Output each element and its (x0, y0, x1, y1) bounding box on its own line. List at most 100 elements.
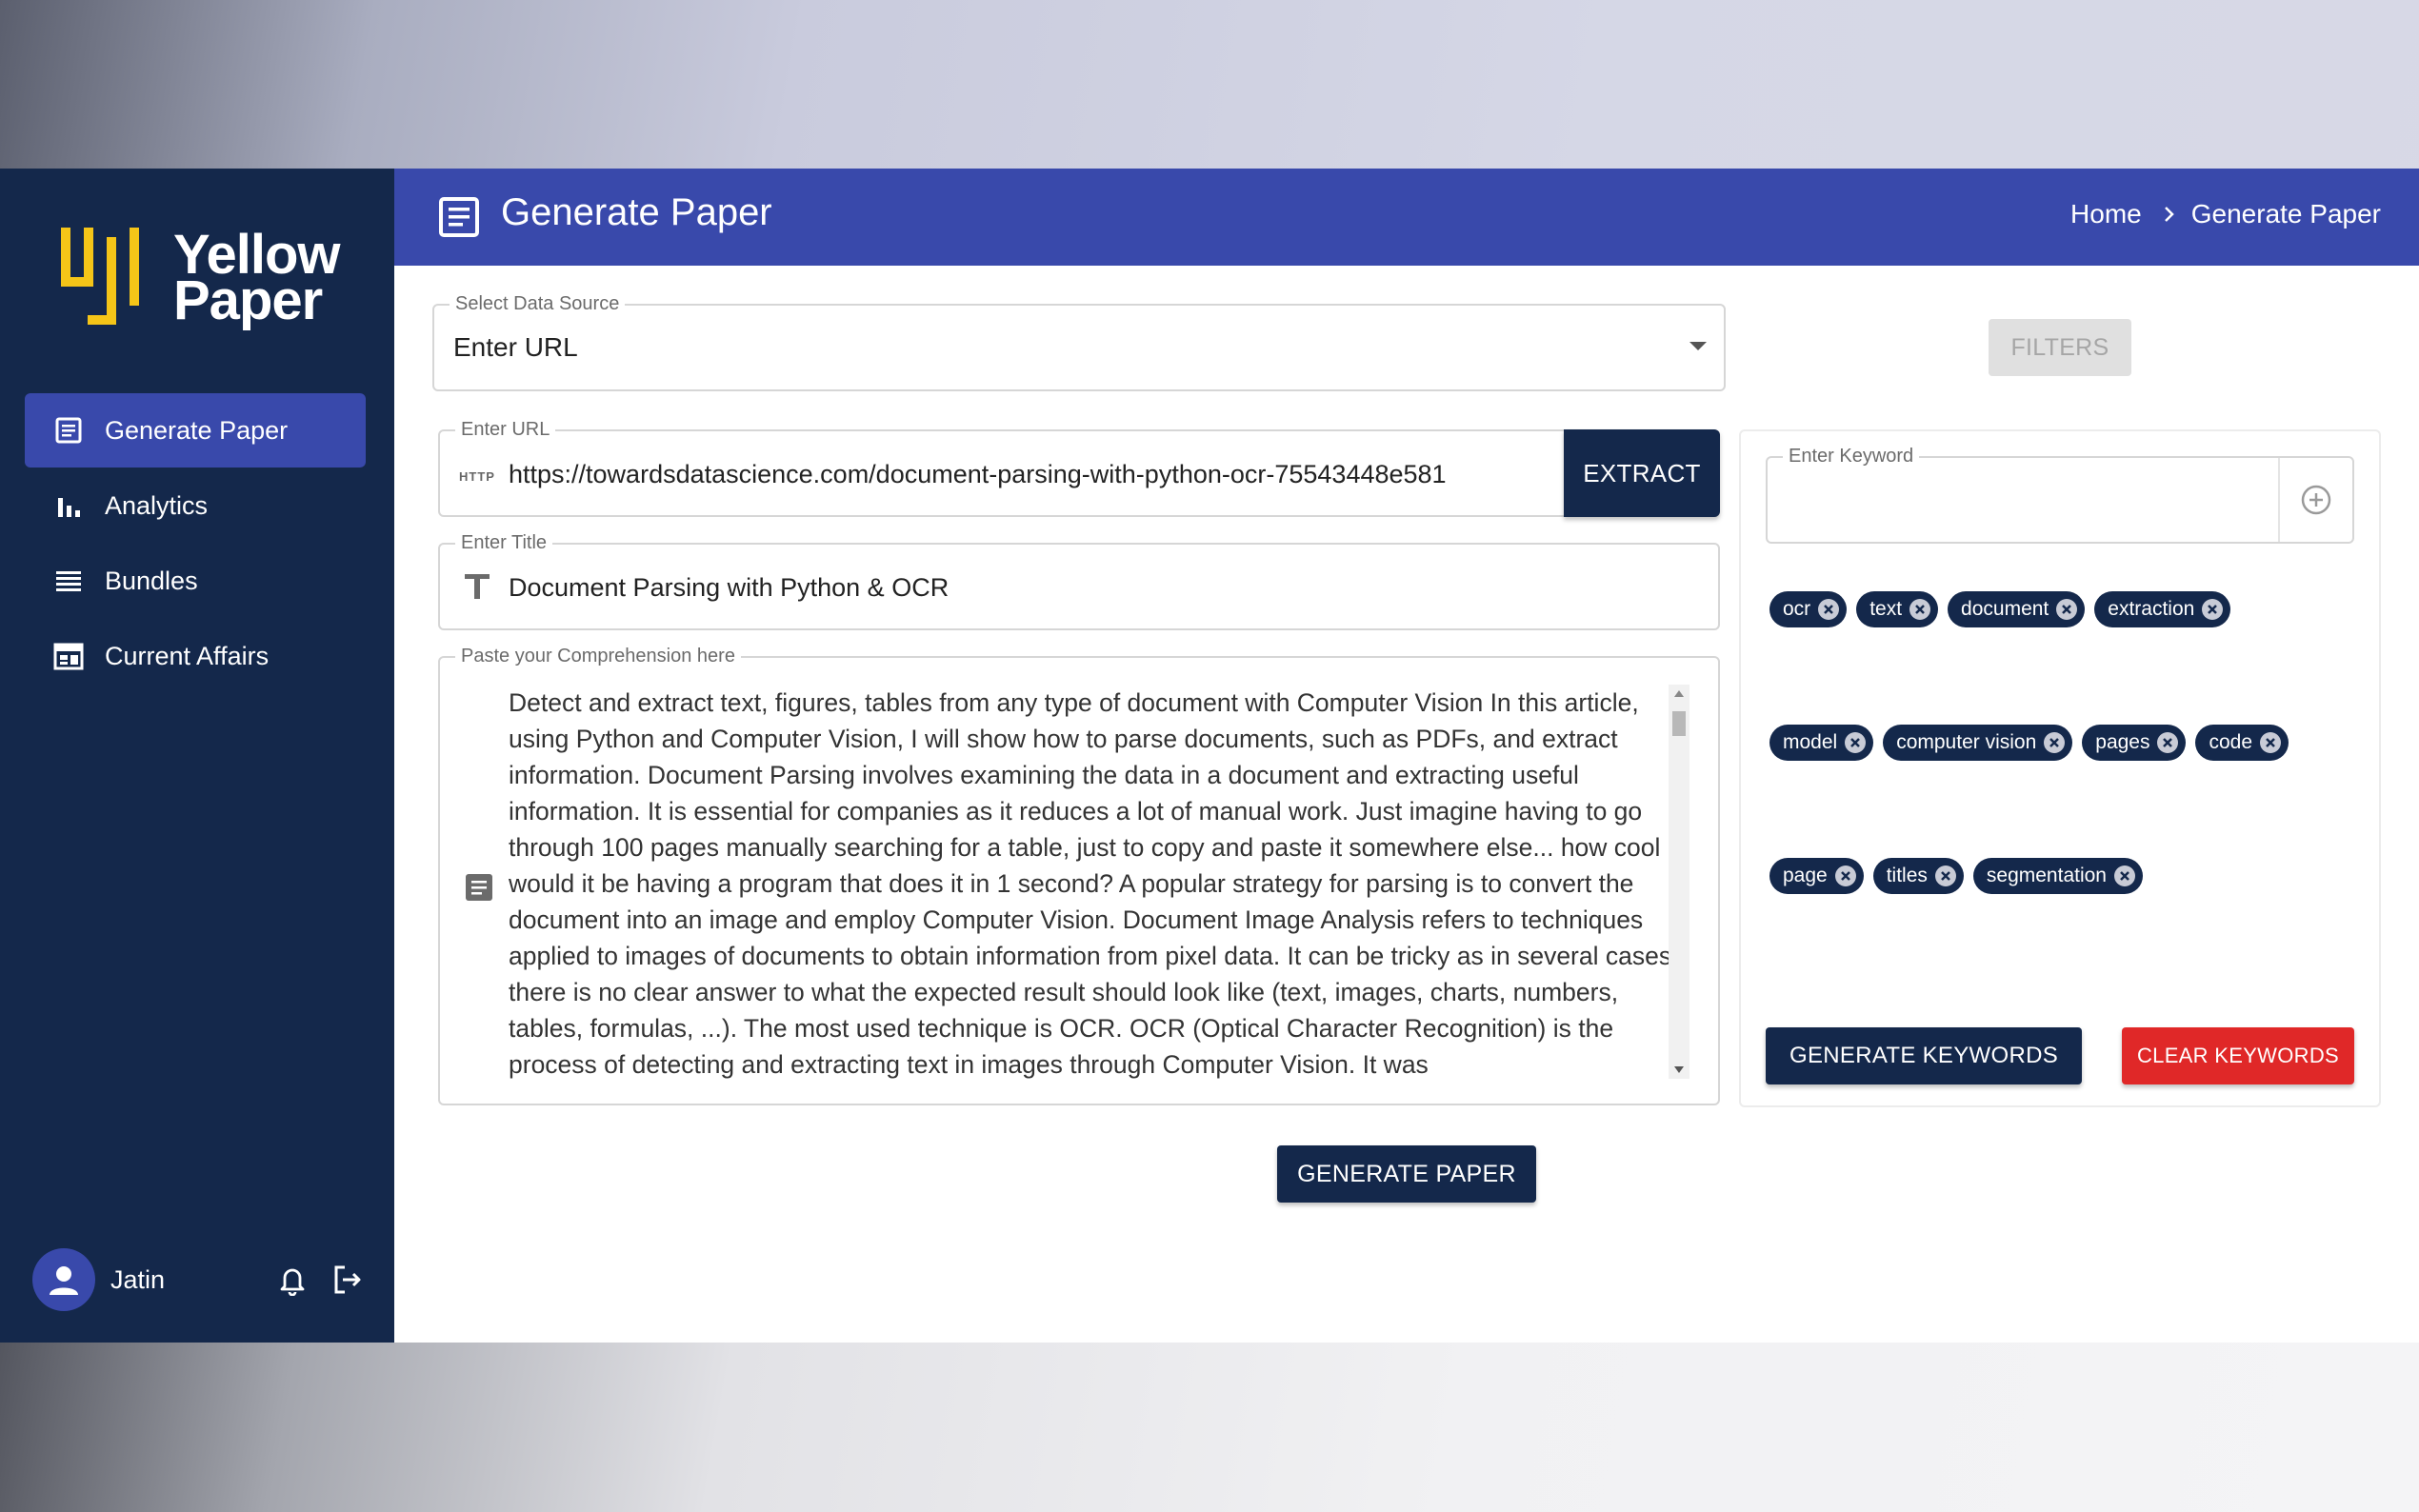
document-icon (51, 413, 86, 448)
generate-keywords-button[interactable]: GENERATE KEYWORDS (1766, 1027, 2082, 1084)
chip-label: text (1869, 598, 1903, 620)
user-name: Jatin (110, 1264, 166, 1294)
keyword-chip[interactable]: page (1769, 858, 1864, 894)
page-title: Generate Paper (501, 191, 772, 233)
keyword-chip[interactable]: model (1769, 725, 1874, 761)
keyword-label: Enter Keyword (1783, 445, 1920, 468)
filters-button[interactable]: FILTERS (1989, 319, 2131, 376)
chip-label: extraction (2108, 598, 2195, 620)
sidebar-item-label: Current Affairs (105, 641, 270, 670)
calendar-icon (51, 639, 86, 673)
remove-chip-icon[interactable] (1934, 865, 1956, 886)
clear-keywords-button[interactable]: CLEAR KEYWORDS (2122, 1027, 2354, 1084)
title-field: Enter Title Document Parsing with Python… (438, 531, 1720, 630)
breadcrumb: Home Generate Paper (2070, 199, 2381, 229)
keyword-chip[interactable]: computer vision (1883, 725, 2073, 761)
sidebar-item-current-affairs[interactable]: Current Affairs (25, 619, 366, 693)
document-icon (439, 197, 479, 237)
data-source-select[interactable]: Select Data Source Enter URL (432, 292, 1726, 391)
remove-chip-icon[interactable] (2260, 732, 2282, 753)
generate-paper-button[interactable]: GENERATE PAPER (1277, 1145, 1536, 1203)
notes-icon (466, 874, 492, 901)
keyword-chip[interactable]: ocr (1769, 591, 1848, 627)
chip-label: pages (2095, 731, 2150, 753)
chip-label: page (1783, 865, 1828, 886)
keyword-panel: Enter Keyword ocr text document extracti… (1739, 429, 2381, 1107)
keyword-chip[interactable]: text (1856, 591, 1939, 627)
remove-chip-icon[interactable] (2157, 732, 2179, 753)
stack-icon (51, 564, 86, 598)
url-field: Enter URL HTTP https://towardsdatascienc… (438, 418, 1720, 517)
comprehension-textarea[interactable]: Detect and extract text, figures, tables… (509, 685, 1689, 1079)
keyword-chip-row-1: ocr text document extraction (1769, 591, 2231, 627)
sidebar-item-analytics[interactable]: Analytics (25, 468, 366, 543)
comprehension-field: Paste your Comprehension here Detect and… (438, 645, 1720, 1105)
chip-label: titles (1886, 865, 1928, 886)
text-format-icon (465, 574, 490, 599)
breadcrumb-home-link[interactable]: Home (2070, 199, 2142, 229)
top-header: Generate Paper Home Generate Paper (394, 169, 2419, 266)
logo-text: Yellow Paper (173, 228, 341, 331)
background-bottom (0, 1343, 2419, 1512)
bar-chart-icon (51, 488, 86, 523)
person-icon (50, 1266, 78, 1295)
data-source-label: Select Data Source (450, 292, 626, 315)
sidebar-item-label: Analytics (105, 490, 209, 520)
url-label: Enter URL (455, 418, 556, 441)
app-window: Yellow Paper Generate Paper Analytics Bu… (0, 169, 2419, 1343)
keyword-field: Enter Keyword (1766, 445, 2354, 544)
scroll-thumb[interactable] (1672, 711, 1686, 736)
remove-chip-icon[interactable] (1834, 865, 1856, 886)
user-actions (274, 1262, 366, 1298)
sidebar-item-label: Generate Paper (105, 415, 289, 445)
chip-label: ocr (1783, 598, 1811, 620)
title-label: Enter Title (455, 531, 553, 554)
sidebar-item-bundles[interactable]: Bundles (25, 544, 366, 618)
scroll-down-arrow-icon[interactable] (1674, 1066, 1684, 1073)
sidebar-item-label: Bundles (105, 566, 198, 595)
chip-label: code (2209, 731, 2253, 753)
keyword-chip[interactable]: document (1948, 591, 2086, 627)
remove-chip-icon[interactable] (1818, 599, 1840, 620)
keyword-chip-row-2: model computer vision pages code (1769, 725, 2289, 761)
logo-text-line2: Paper (173, 269, 323, 331)
remove-chip-icon[interactable] (2056, 599, 2078, 620)
breadcrumb-current: Generate Paper (2190, 199, 2381, 229)
logo-mark-icon (61, 228, 139, 325)
dropdown-arrow-icon (1689, 342, 1707, 350)
logo[interactable]: Yellow Paper (59, 226, 341, 331)
chip-label: segmentation (1986, 865, 2107, 886)
comprehension-scrollbar[interactable] (1669, 685, 1689, 1079)
keyword-chip[interactable]: segmentation (1972, 858, 2143, 894)
extract-button[interactable]: EXTRACT (1564, 429, 1720, 517)
keyword-chip[interactable]: titles (1872, 858, 1964, 894)
remove-chip-icon[interactable] (2044, 732, 2066, 753)
data-source-value: Enter URL (453, 332, 578, 362)
user-area: Jatin (32, 1246, 366, 1313)
notifications-bell-icon[interactable] (274, 1262, 310, 1298)
keyword-chip-row-3: page titles segmentation (1769, 858, 2143, 894)
remove-chip-icon[interactable] (2114, 865, 2135, 886)
remove-chip-icon[interactable] (1909, 599, 1931, 620)
chevron-right-icon (2163, 205, 2176, 224)
sidebar: Yellow Paper Generate Paper Analytics Bu… (0, 169, 394, 1343)
sidebar-nav: Generate Paper Analytics Bundles Current… (25, 393, 366, 694)
title-input[interactable]: Document Parsing with Python & OCR (509, 573, 949, 603)
chip-label: computer vision (1896, 731, 2037, 753)
chip-label: document (1961, 598, 2049, 620)
http-icon: HTTP (459, 469, 495, 484)
keyword-chip[interactable]: extraction (2094, 591, 2231, 627)
remove-chip-icon[interactable] (2202, 599, 2224, 620)
keyword-chip[interactable]: code (2195, 725, 2289, 761)
add-keyword-button[interactable] (2278, 458, 2352, 542)
comprehension-label: Paste your Comprehension here (455, 645, 741, 667)
url-input[interactable]: https://towardsdatascience.com/document-… (509, 460, 1447, 489)
keyword-chip[interactable]: pages (2082, 725, 2187, 761)
add-circle-icon (2301, 485, 2331, 515)
chip-label: model (1783, 731, 1838, 753)
sidebar-item-generate-paper[interactable]: Generate Paper (25, 393, 366, 468)
avatar[interactable] (32, 1248, 95, 1311)
scroll-up-arrow-icon[interactable] (1674, 690, 1684, 697)
logout-icon[interactable] (330, 1262, 366, 1298)
remove-chip-icon[interactable] (1845, 732, 1867, 753)
